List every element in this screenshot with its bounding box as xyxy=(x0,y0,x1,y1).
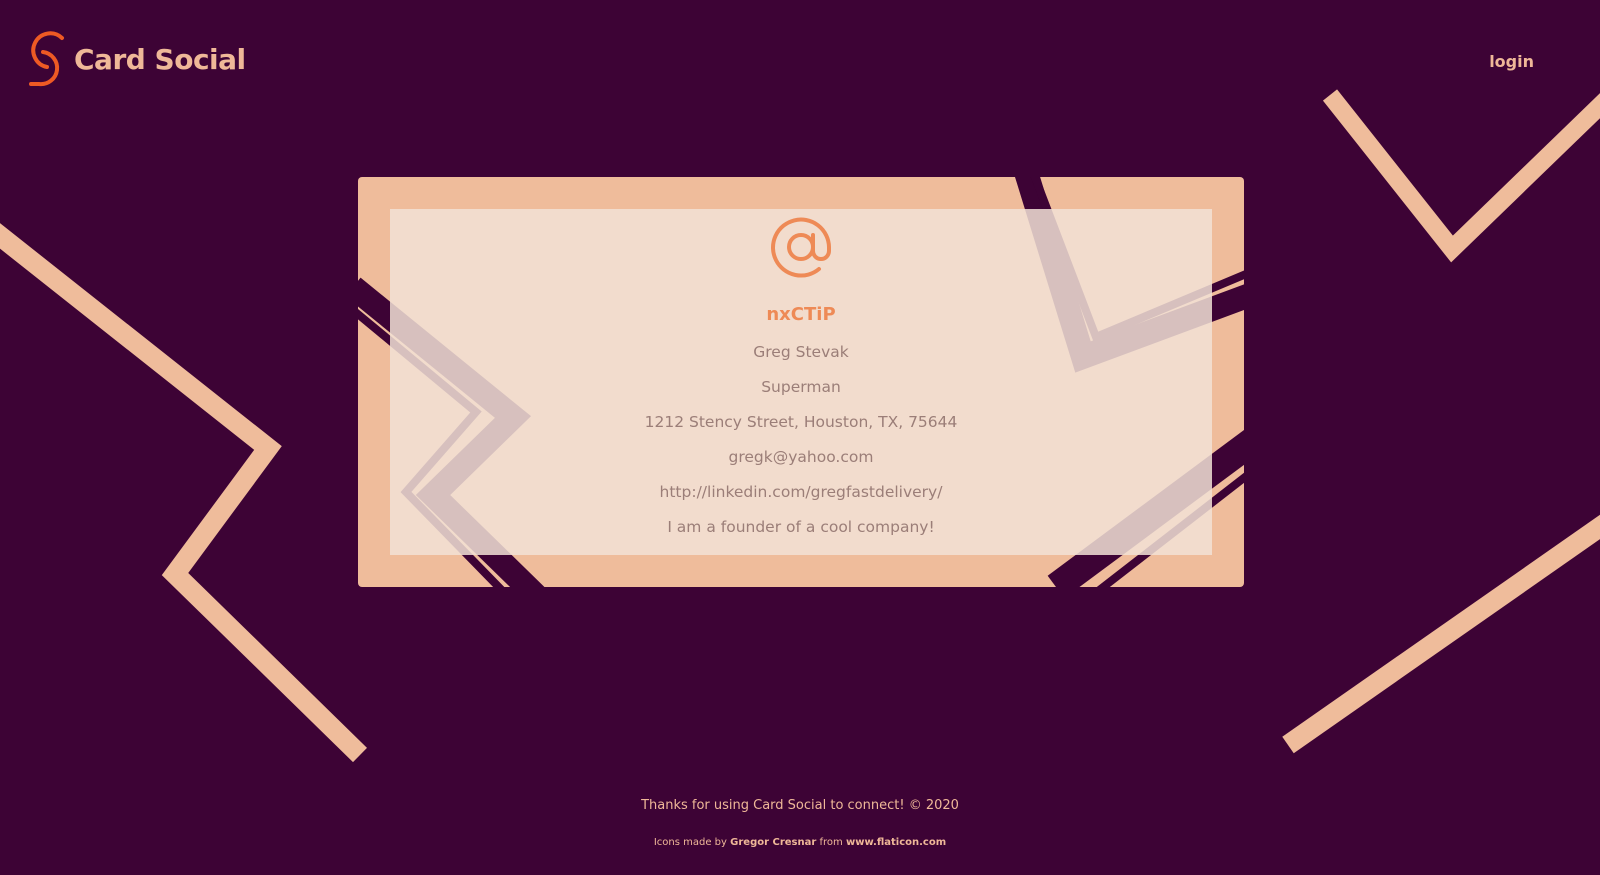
card-bio: I am a founder of a cool company! xyxy=(667,518,935,536)
footer-thanks-text: Thanks for using Card Social to connect!… xyxy=(641,798,959,813)
brand-logo-link[interactable]: Card Social xyxy=(25,30,246,88)
left-zigzag-line xyxy=(0,223,367,763)
credit-site-link[interactable]: www.flaticon.com xyxy=(846,837,946,848)
login-link[interactable]: login xyxy=(1489,52,1534,71)
top-right-chevron-line xyxy=(1322,89,1600,263)
brand-name: Card Social xyxy=(74,42,246,76)
card-content-panel: nxCTiP Greg Stevak Superman 1212 Stency … xyxy=(390,209,1212,555)
card-title: Superman xyxy=(761,378,841,396)
card-name: Greg Stevak xyxy=(753,343,849,361)
card-email: gregk@yahoo.com xyxy=(728,448,874,466)
credit-from: from xyxy=(819,837,843,848)
bottom-right-diagonal-line xyxy=(1282,514,1600,754)
credit-author-link[interactable]: Gregor Cresnar xyxy=(730,837,816,848)
card-website: http://linkedin.com/gregfastdelivery/ xyxy=(659,483,943,501)
card-handle: nxCTiP xyxy=(766,304,836,325)
card-social-logo-icon xyxy=(29,31,64,87)
footer-icon-credit: Icons made by Gregor Cresnar from www.fl… xyxy=(0,837,1600,848)
credit-prefix: Icons made by xyxy=(653,837,727,848)
card-address: 1212 Stency Street, Houston, TX, 75644 xyxy=(644,413,958,431)
at-sign-icon xyxy=(771,217,831,278)
business-card: nxCTiP Greg Stevak Superman 1212 Stency … xyxy=(358,177,1244,587)
